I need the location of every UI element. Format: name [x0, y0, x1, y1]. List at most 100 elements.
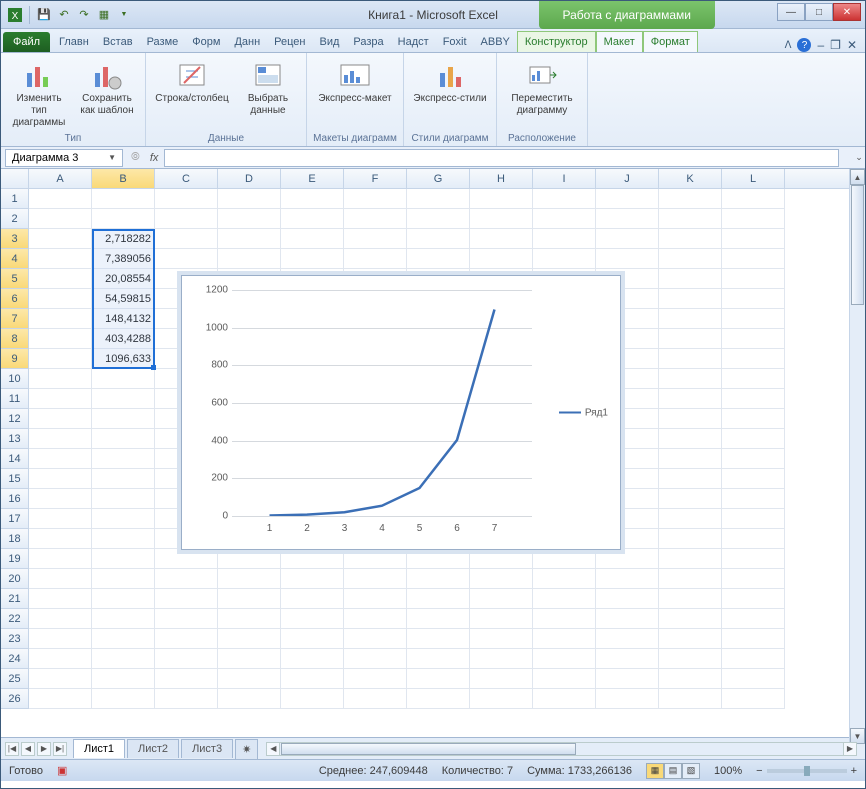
cell[interactable] — [344, 209, 407, 229]
cell[interactable] — [722, 389, 785, 409]
sheet-nav-first[interactable]: |◀ — [5, 742, 19, 756]
cell[interactable] — [722, 449, 785, 469]
cell[interactable] — [92, 409, 155, 429]
cell[interactable]: 2,718282 — [92, 229, 155, 249]
move-chart-button[interactable]: Переместить диаграмму — [503, 57, 581, 119]
cell[interactable] — [29, 569, 92, 589]
tab-home[interactable]: Главн — [52, 32, 96, 52]
cell[interactable] — [92, 369, 155, 389]
cell[interactable] — [92, 669, 155, 689]
row-header[interactable]: 1 — [1, 189, 29, 209]
cell[interactable] — [596, 629, 659, 649]
row-header[interactable]: 12 — [1, 409, 29, 429]
name-box[interactable]: Диаграмма 3 ▼ — [5, 149, 123, 167]
cell[interactable] — [407, 229, 470, 249]
cell[interactable] — [596, 249, 659, 269]
save-as-template-button[interactable]: Сохранить как шаблон — [75, 57, 139, 119]
row-header[interactable]: 5 — [1, 269, 29, 289]
cell[interactable] — [344, 569, 407, 589]
row-header[interactable]: 10 — [1, 369, 29, 389]
cell[interactable] — [659, 329, 722, 349]
col-header-k[interactable]: K — [659, 169, 722, 188]
cell[interactable] — [722, 189, 785, 209]
cell[interactable] — [470, 229, 533, 249]
undo-icon[interactable]: ↶ — [56, 7, 72, 23]
cell[interactable] — [281, 229, 344, 249]
cell[interactable] — [659, 349, 722, 369]
cell[interactable] — [533, 229, 596, 249]
tab-review[interactable]: Рецен — [267, 32, 312, 52]
cell[interactable] — [659, 449, 722, 469]
col-header-l[interactable]: L — [722, 169, 785, 188]
cell[interactable] — [659, 229, 722, 249]
cell[interactable] — [344, 629, 407, 649]
zoom-out-button[interactable]: − — [756, 765, 762, 777]
cell[interactable] — [155, 689, 218, 709]
minimize-ribbon-icon[interactable]: ᐱ — [785, 40, 792, 51]
cell[interactable] — [92, 389, 155, 409]
cell[interactable] — [29, 209, 92, 229]
cell[interactable] — [722, 649, 785, 669]
sheet-nav-prev[interactable]: ◀ — [21, 742, 35, 756]
cell[interactable] — [596, 209, 659, 229]
cell[interactable] — [596, 189, 659, 209]
cell[interactable] — [659, 369, 722, 389]
col-header-f[interactable]: F — [344, 169, 407, 188]
cell[interactable] — [218, 209, 281, 229]
cell[interactable] — [218, 189, 281, 209]
cell[interactable] — [407, 549, 470, 569]
qat-extra-icon[interactable]: ▦ — [96, 7, 112, 23]
cell[interactable] — [596, 589, 659, 609]
mdi-minimize-icon[interactable]: – — [817, 38, 824, 52]
cell[interactable] — [218, 689, 281, 709]
cell[interactable] — [29, 469, 92, 489]
view-pagelayout-button[interactable]: ▤ — [664, 763, 682, 779]
cell[interactable] — [470, 589, 533, 609]
row-header[interactable]: 14 — [1, 449, 29, 469]
cell[interactable] — [596, 689, 659, 709]
cell[interactable] — [29, 689, 92, 709]
row-header[interactable]: 17 — [1, 509, 29, 529]
cell[interactable] — [659, 429, 722, 449]
cell[interactable] — [29, 649, 92, 669]
row-header[interactable]: 2 — [1, 209, 29, 229]
cell[interactable] — [92, 629, 155, 649]
row-header[interactable]: 11 — [1, 389, 29, 409]
cell[interactable] — [29, 189, 92, 209]
quick-styles-button[interactable]: Экспресс-стили — [410, 57, 490, 107]
chart-plot-area[interactable]: 0200400600800100012001234567 — [232, 290, 532, 516]
cell[interactable] — [722, 609, 785, 629]
redo-icon[interactable]: ↷ — [76, 7, 92, 23]
hscroll-thumb[interactable] — [281, 743, 575, 755]
tab-addins[interactable]: Надст — [391, 32, 436, 52]
cell[interactable] — [722, 409, 785, 429]
cell[interactable] — [533, 589, 596, 609]
cell[interactable] — [533, 689, 596, 709]
row-header[interactable]: 20 — [1, 569, 29, 589]
cell[interactable] — [659, 629, 722, 649]
tab-abby[interactable]: ABBY — [474, 32, 517, 52]
select-all-corner[interactable] — [1, 169, 29, 188]
zoom-thumb[interactable] — [804, 766, 810, 776]
tab-foxit[interactable]: Foxit — [436, 32, 474, 52]
cell[interactable]: 148,4132 — [92, 309, 155, 329]
cell[interactable] — [407, 189, 470, 209]
zoom-percent[interactable]: 100% — [714, 765, 742, 777]
cell[interactable] — [533, 249, 596, 269]
row-header[interactable]: 6 — [1, 289, 29, 309]
cell[interactable] — [29, 449, 92, 469]
cell[interactable] — [29, 289, 92, 309]
cell[interactable] — [281, 669, 344, 689]
tab-chart-layout[interactable]: Макет — [596, 31, 643, 52]
cell[interactable] — [407, 589, 470, 609]
cell[interactable] — [29, 429, 92, 449]
cell[interactable]: 1096,633 — [92, 349, 155, 369]
cell[interactable] — [29, 349, 92, 369]
cell[interactable] — [29, 269, 92, 289]
cell[interactable] — [218, 649, 281, 669]
row-header[interactable]: 13 — [1, 429, 29, 449]
tab-file[interactable]: Файл — [3, 32, 50, 52]
cell[interactable] — [29, 389, 92, 409]
mdi-restore-icon[interactable]: ❐ — [830, 38, 841, 52]
cell[interactable] — [281, 569, 344, 589]
